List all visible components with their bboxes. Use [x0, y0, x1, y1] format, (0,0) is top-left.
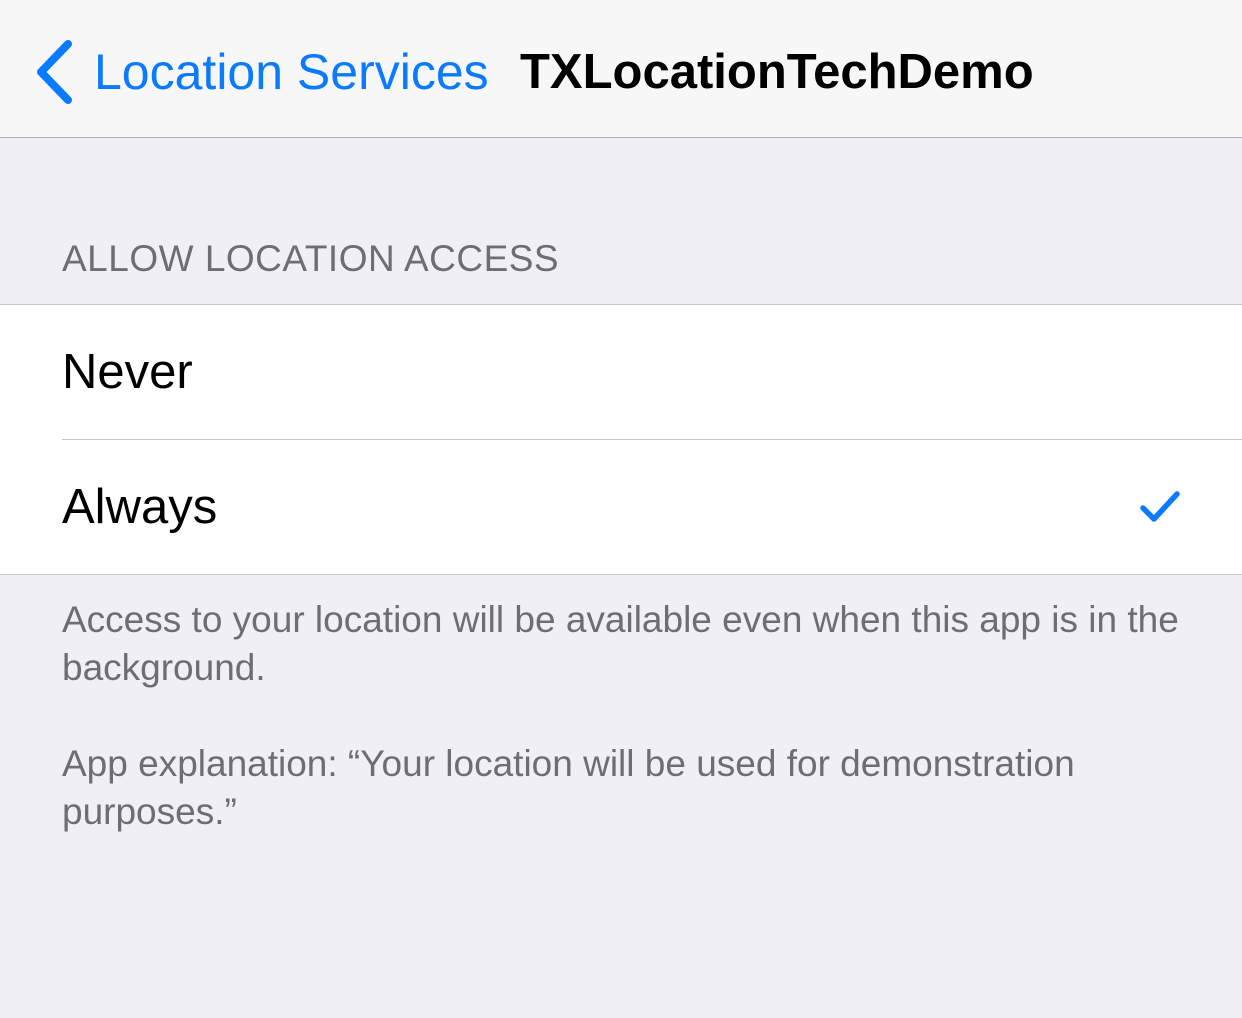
option-never[interactable]: Never — [0, 305, 1242, 440]
access-description: Access to your location will be availabl… — [62, 599, 1179, 688]
back-button[interactable]: Location Services — [34, 36, 489, 108]
app-explanation: App explanation: “Your location will be … — [62, 743, 1075, 832]
checkmark-icon — [1140, 491, 1180, 522]
option-always[interactable]: Always — [0, 440, 1242, 574]
option-never-label: Never — [62, 345, 193, 399]
navigation-bar: Location Services TXLocationTechDemo — [0, 0, 1242, 138]
chevron-left-icon — [37, 40, 72, 104]
back-button-label: Location Services — [94, 44, 489, 100]
option-always-label: Always — [62, 480, 218, 534]
location-access-options: Never Always — [0, 304, 1242, 575]
section-header: ALLOW LOCATION ACCESS — [62, 238, 560, 279]
page-title: TXLocationTechDemo — [520, 45, 1034, 99]
